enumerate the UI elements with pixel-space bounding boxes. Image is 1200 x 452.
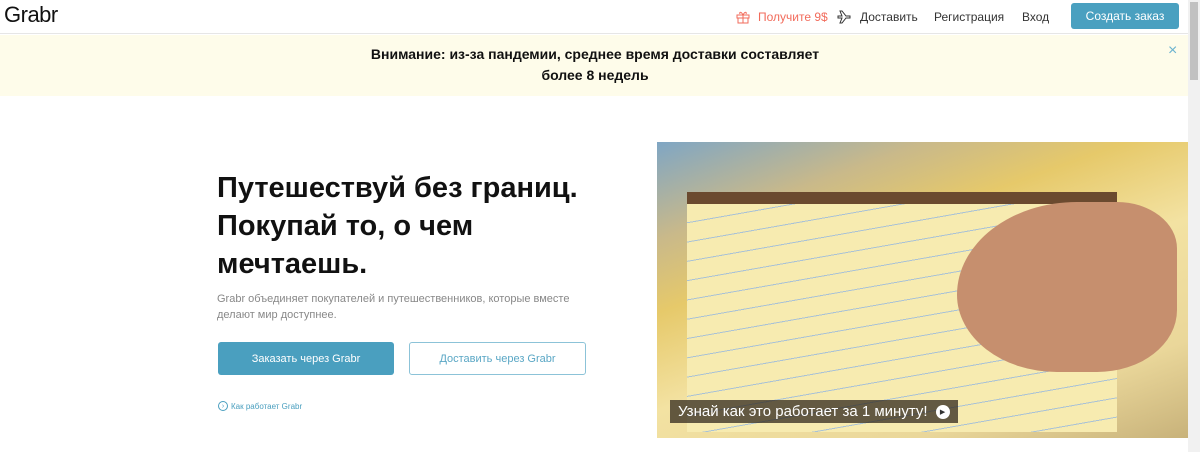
hero-title: Путешествуй без границ. Покупай то, о че… [217,172,578,280]
play-icon[interactable]: ▶ [935,404,950,419]
chevron-right-icon: › [218,401,228,411]
create-order-button[interactable]: Создать заказ [1071,3,1179,29]
gift-icon [736,11,750,24]
close-icon[interactable]: × [1168,42,1177,60]
notice-text: Внимание: из-за пандемии, среднее время … [370,46,820,83]
promo-label: Получите 9$ [758,10,828,24]
scrollbar-thumb[interactable] [1190,2,1198,80]
header: Grabr Получите 9$ Доставить Регистрация … [0,0,1188,34]
video-caption[interactable]: Узнай как это работает за 1 минуту! ▶ [670,400,958,423]
hero-description: Grabr объединяет покупателей и путешеств… [217,293,570,321]
promo-link[interactable]: Получите 9$ [736,0,828,34]
how-it-works-link[interactable]: › Как работает Grabr [218,401,302,411]
deliver-button[interactable]: Доставить через Grabr [409,342,586,375]
deliver-link[interactable]: Доставить [836,0,918,34]
register-link[interactable]: Регистрация [934,0,1004,34]
how-it-works-label: Как работает Grabr [231,401,303,411]
video-caption-text: Узнай как это работает за 1 минуту! [678,403,928,420]
login-link[interactable]: Вход [1022,0,1049,34]
video-player[interactable]: Узнай как это работает за 1 минуту! ▶ [657,142,1188,438]
plane-icon [837,10,851,24]
scrollbar[interactable] [1188,0,1200,452]
order-button[interactable]: Заказать через Grabr [218,342,394,375]
deliver-label: Доставить [860,10,918,24]
logo[interactable]: Grabr [4,2,58,28]
notice-banner: Внимание: из-за пандемии, среднее время … [0,35,1188,96]
